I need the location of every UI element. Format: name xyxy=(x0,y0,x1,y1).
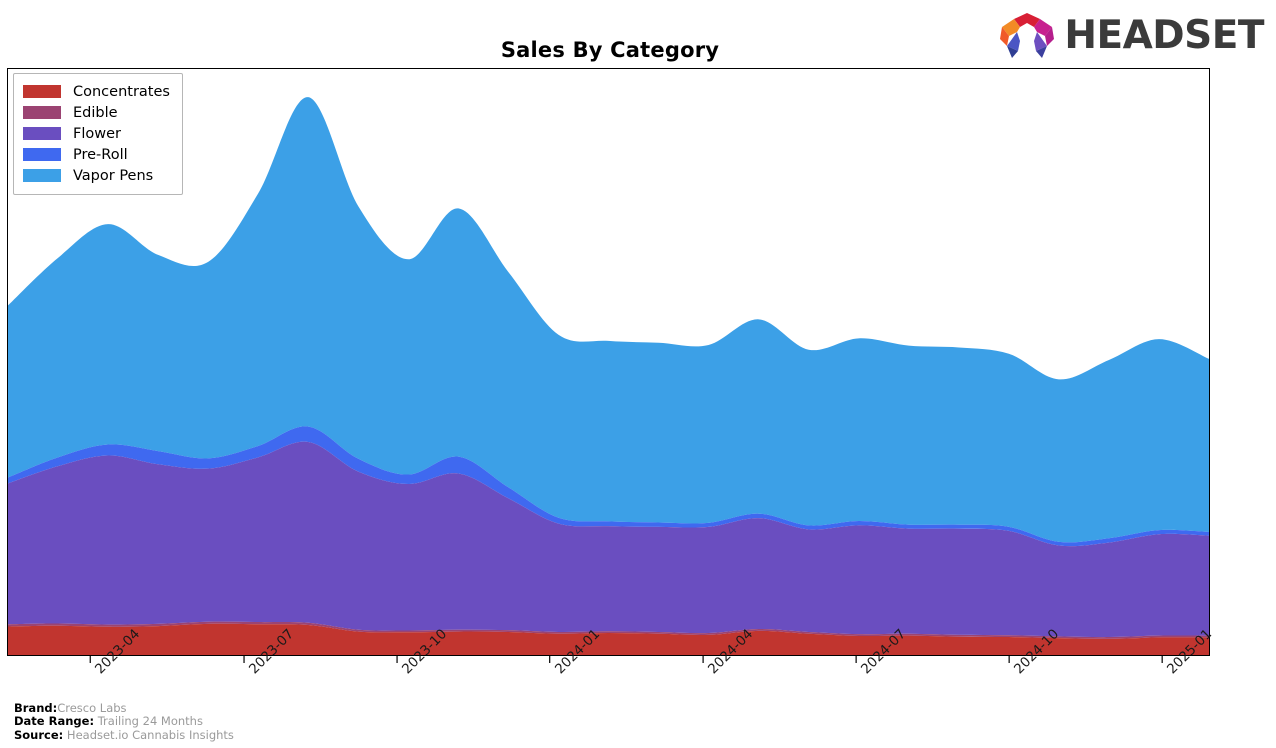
footer-brand-value: Cresco Labs xyxy=(57,700,127,715)
legend-item-concentrates[interactable]: Concentrates xyxy=(23,81,170,102)
footer-source-label: Source: xyxy=(14,727,64,742)
legend-item-label: Pre-Roll xyxy=(73,146,128,163)
chart-page: Sales By Category HEADSET 2023-04 2023-07… xyxy=(0,0,1276,748)
chart-plot-area xyxy=(7,68,1210,656)
legend-item-label: Vapor Pens xyxy=(73,167,154,184)
footer-daterange-value: Trailing 24 Months xyxy=(97,714,203,728)
legend-item-label: Flower xyxy=(73,125,121,142)
legend-swatch-icon xyxy=(23,148,61,161)
chart-footer: Brand:Cresco Labs Date Range: Trailing 2… xyxy=(14,700,234,743)
legend-item-vapor-pens[interactable]: Vapor Pens xyxy=(23,165,170,186)
footer-source-line: Source: Headset.io Cannabis Insights xyxy=(14,727,234,743)
legend-swatch-icon xyxy=(23,127,61,140)
legend-swatch-icon xyxy=(23,85,61,98)
footer-daterange-label: Date Range: xyxy=(14,714,95,728)
footer-source-value: Headset.io Cannabis Insights xyxy=(66,727,234,742)
legend-swatch-icon xyxy=(23,106,61,119)
footer-brand-label: Brand: xyxy=(14,700,58,715)
legend-item-label: Concentrates xyxy=(73,83,170,100)
legend-item-pre-roll[interactable]: Pre-Roll xyxy=(23,144,170,165)
legend-item-label: Edible xyxy=(73,104,118,121)
footer-brand-line: Brand:Cresco Labs xyxy=(14,700,234,716)
headset-hexagon-logo-icon xyxy=(1000,13,1055,58)
headset-logo: HEADSET xyxy=(996,10,1264,60)
chart-legend: Concentrates Edible Flower Pre-Roll Vapor Pe… xyxy=(13,73,183,195)
footer-daterange-line: Date Range: Trailing 24 Months xyxy=(14,714,234,729)
legend-item-edible[interactable]: Edible xyxy=(23,102,170,123)
legend-item-flower[interactable]: Flower xyxy=(23,123,170,144)
logo-wordmark: HEADSET xyxy=(1064,12,1264,58)
stacked-area-chart xyxy=(8,97,1209,655)
legend-swatch-icon xyxy=(23,169,61,182)
